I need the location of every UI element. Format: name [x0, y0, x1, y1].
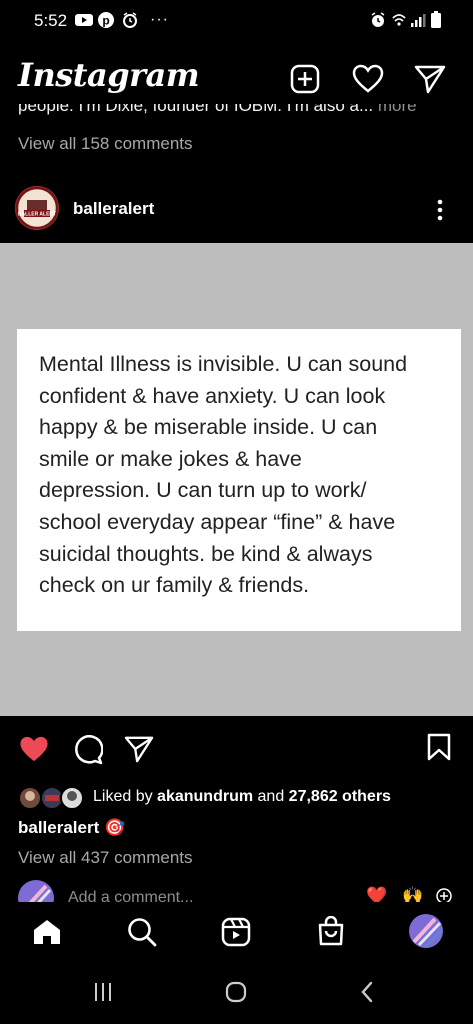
likes-prefix: Liked by [93, 788, 153, 805]
system-navigation-bar [0, 962, 473, 1024]
status-bar: 5:52 p ··· [0, 0, 473, 44]
caption-username[interactable]: balleralert [18, 818, 99, 837]
more-dots-icon: ··· [150, 11, 169, 28]
wifi-icon [392, 12, 406, 28]
quote-line: suicidal thoughts. be kind & always [39, 541, 373, 566]
quote-line: check on ur family & friends. [39, 573, 310, 598]
share-icon[interactable] [124, 735, 154, 763]
svg-text:p: p [102, 14, 109, 28]
quote-line: confident & have anxiety. U can look [39, 383, 386, 408]
view-comments-link[interactable]: View all 437 comments [18, 848, 193, 868]
quote-line: happy & be miserable inside. U can [39, 415, 378, 440]
post-caption: balleralert 🎯 [18, 818, 125, 838]
bottom-navigation [0, 902, 473, 962]
new-post-icon[interactable] [290, 64, 320, 94]
add-emoji-icon[interactable] [436, 888, 452, 902]
quote-card: Mental Illness is invisible. U can sound… [17, 329, 461, 631]
quote-text: Mental Illness is invisible. U can sound… [39, 349, 453, 602]
liked-by-user[interactable]: akanundrum [157, 788, 253, 805]
post-avatar[interactable]: BALLER ALERT [15, 186, 59, 230]
shop-icon[interactable] [316, 916, 346, 947]
alarm-icon [370, 12, 386, 28]
previous-post-comments-link[interactable]: View all 158 comments [18, 134, 193, 154]
current-user-avatar [18, 880, 54, 902]
home-icon[interactable] [32, 918, 62, 946]
quote-line: school everyday appear “fine” & have [39, 509, 396, 534]
more-link[interactable]: more [378, 104, 417, 115]
quick-reaction-heart[interactable]: ❤️ [366, 886, 387, 902]
battery-icon [431, 11, 441, 28]
home-circle-icon[interactable] [225, 981, 247, 1003]
direct-message-icon[interactable] [414, 64, 446, 94]
likes-and: and [257, 788, 285, 805]
status-time: 5:52 [34, 11, 68, 30]
caption-fragment: people. I'm Dixie, founder of IOBM. I'm … [18, 104, 374, 115]
add-comment-input[interactable]: Add a comment... [68, 889, 193, 902]
post-username[interactable]: balleralert [73, 199, 154, 219]
comment-icon[interactable] [73, 735, 103, 765]
quick-reaction-raised-hands[interactable]: 🙌 [402, 886, 423, 902]
save-icon[interactable] [427, 733, 451, 761]
quote-line: Mental Illness is invisible. U can sound [39, 352, 408, 376]
clock-app-icon [122, 12, 138, 28]
youtube-icon [75, 13, 93, 27]
post-image[interactable]: Mental Illness is invisible. U can sound… [0, 243, 473, 716]
search-icon[interactable] [127, 917, 157, 947]
like-button[interactable] [18, 735, 50, 764]
instagram-logo[interactable]: Instagram [18, 56, 200, 94]
likes-count[interactable]: 27,862 others [289, 788, 391, 805]
reels-icon[interactable] [221, 917, 251, 947]
recent-apps-icon[interactable] [93, 982, 113, 1002]
quote-line: smile or make jokes & have [39, 446, 302, 471]
signal-icon [410, 12, 426, 28]
caption-emoji: 🎯 [104, 818, 126, 837]
post-options-icon[interactable] [436, 198, 444, 222]
pinterest-icon: p [98, 12, 114, 28]
quote-line: depression. U can turn up to work/ [39, 478, 367, 503]
heart-icon[interactable] [352, 64, 384, 94]
liked-by-avatars[interactable] [18, 786, 84, 810]
previous-post-caption: people. I'm Dixie, founder of IOBM. I'm … [18, 104, 458, 122]
likes-summary[interactable]: Liked by akanundrum and 27,862 others [93, 788, 391, 806]
avatar-text: BALLER ALERT [18, 212, 56, 218]
profile-avatar[interactable] [409, 914, 443, 948]
back-icon[interactable] [360, 981, 374, 1003]
add-comment-row: Add a comment... ❤️ 🙌 [0, 880, 473, 902]
